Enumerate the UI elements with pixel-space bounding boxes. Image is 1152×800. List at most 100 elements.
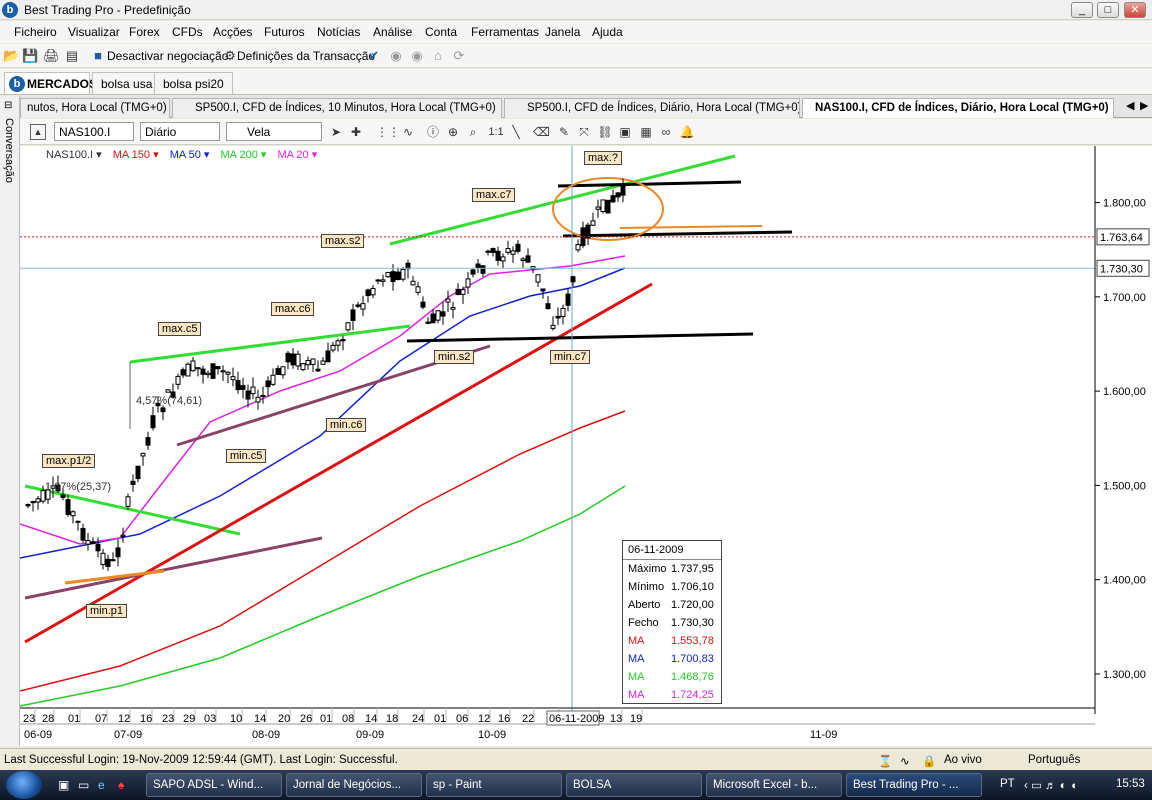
- pin-icon[interactable]: ⊟: [4, 100, 12, 111]
- symbol-field[interactable]: NAS100.I: [54, 122, 134, 141]
- paint-icon[interactable]: ✎: [556, 124, 572, 140]
- info-row-value: 1.468,76: [671, 671, 714, 683]
- menu-analise[interactable]: Análise: [373, 25, 412, 39]
- circle-icon-2[interactable]: ◉: [409, 48, 425, 64]
- minimize-button[interactable]: _: [1071, 2, 1093, 18]
- close-button[interactable]: ✕: [1124, 2, 1146, 18]
- menu-noticias[interactable]: Notícias: [317, 25, 360, 39]
- task-jornal[interactable]: Jornal de Negócios...: [286, 773, 422, 797]
- tab-mercados[interactable]: b MERCADOS: [4, 72, 97, 94]
- tab-chart-4[interactable]: NAS100.I, CFD de Índices, Diário, Hora L…: [802, 98, 1114, 118]
- crosshair-icon[interactable]: ✚: [348, 124, 364, 140]
- annotation-label[interactable]: min.p1: [86, 604, 128, 618]
- template-icon[interactable]: ▦: [638, 124, 654, 140]
- task-best-trading[interactable]: Best Trading Pro - ...: [846, 773, 982, 797]
- transaction-settings-button[interactable]: Definições da Transacção: [237, 49, 375, 63]
- task-sapo[interactable]: SAPO ADSL - Wind...: [146, 773, 282, 797]
- legend-symbol[interactable]: NAS100.I ▾: [46, 149, 102, 161]
- legend-ma150[interactable]: MA 150 ▾: [113, 149, 159, 161]
- menu-janela[interactable]: Janela: [545, 25, 580, 39]
- open-icon[interactable]: 📂: [3, 48, 19, 64]
- compare-icon[interactable]: ▣: [617, 124, 633, 140]
- candle-body: [215, 366, 221, 370]
- candle-body: [480, 265, 486, 274]
- menu-ficheiro[interactable]: Ficheiro: [14, 25, 57, 39]
- candle-body: [350, 309, 356, 322]
- legend-ma50[interactable]: MA 50 ▾: [170, 149, 210, 161]
- annotation-label[interactable]: 1,67%(25,37): [45, 481, 111, 493]
- tab-chart-2[interactable]: SP500.I, CFD de Índices, 10 Minutos, Hor…: [172, 98, 502, 118]
- start-button[interactable]: [6, 771, 42, 799]
- indicator-icon[interactable]: ∿: [400, 124, 416, 140]
- legend-ma200[interactable]: MA 200 ▾: [221, 149, 267, 161]
- annotation-label[interactable]: max.c5: [158, 322, 202, 336]
- menu-conta[interactable]: Conta: [425, 25, 457, 39]
- tab-scroll-right-icon[interactable]: ▶: [1140, 99, 1148, 112]
- legend-ma20[interactable]: MA 20 ▾: [277, 149, 317, 161]
- menu-futuros[interactable]: Futuros: [264, 25, 305, 39]
- tab-chart-3[interactable]: SP500.I, CFD de Índices, Diário, Hora Lo…: [504, 98, 800, 118]
- alert-bell-icon[interactable]: 🔔: [679, 124, 695, 140]
- link-icon[interactable]: ⛓: [597, 124, 613, 140]
- annotation-label[interactable]: max.p1/2: [42, 454, 96, 468]
- stop-icon[interactable]: ■: [90, 48, 106, 64]
- menu-cfds[interactable]: CFDs: [172, 25, 203, 39]
- tray-icons[interactable]: ‹ ▭ ♬ ◐ ◖: [1024, 778, 1077, 792]
- home-icon[interactable]: ⌂: [430, 48, 446, 64]
- disable-trading-button[interactable]: Desactivar negociação: [107, 49, 228, 63]
- task-excel[interactable]: Microsoft Excel - b...: [706, 773, 842, 797]
- print-preview-icon[interactable]: ▤: [64, 48, 80, 64]
- annotation-label[interactable]: max.s2: [321, 234, 365, 248]
- spade-icon[interactable]: ♠: [118, 778, 124, 792]
- menu-ferramentas[interactable]: Ferramentas: [471, 25, 539, 39]
- candle-body: [180, 369, 186, 376]
- grid-icon[interactable]: ⋮⋮: [376, 124, 400, 140]
- period-select[interactable]: Diário: [140, 122, 220, 141]
- move-icon[interactable]: ⤧: [576, 124, 592, 140]
- menu-accoes[interactable]: Acções: [213, 25, 252, 39]
- line-tool-icon[interactable]: ╲: [508, 124, 524, 140]
- conversation-sidebar[interactable]: ⊟ Conversação: [0, 96, 20, 746]
- annotation-label[interactable]: min.s2: [434, 350, 475, 364]
- check-icon[interactable]: ✔: [366, 48, 382, 64]
- zoom-icon[interactable]: ⊕: [445, 124, 461, 140]
- menu-ajuda[interactable]: Ajuda: [592, 25, 623, 39]
- annotation-label[interactable]: min.c5: [226, 449, 267, 463]
- menu-forex[interactable]: Forex: [129, 25, 160, 39]
- cursor-icon[interactable]: ➤: [328, 124, 344, 140]
- refresh-icon[interactable]: ⟳: [451, 48, 467, 64]
- zoom-reset-button[interactable]: 1:1: [485, 124, 507, 140]
- print-icon[interactable]: 🖨: [43, 48, 60, 64]
- ie-icon[interactable]: e: [98, 778, 105, 792]
- price-chart[interactable]: 1.763,64 1.730,30 1.800,00 1.700,00 1.600,0…: [20, 146, 1152, 746]
- circle-icon[interactable]: ◉: [388, 48, 404, 64]
- chart-svg[interactable]: 1.763,64 1.730,30 1.800,00 1.700,00 1.600,0…: [20, 146, 1152, 746]
- collapse-icon[interactable]: ▲: [30, 124, 46, 140]
- annotation-label[interactable]: max.c6: [271, 302, 315, 316]
- annotation-label[interactable]: max.?: [584, 151, 622, 165]
- quicklaunch-icon[interactable]: ▣: [58, 778, 69, 792]
- tab-scroll-left-icon[interactable]: ◀: [1126, 99, 1134, 112]
- tab-chart-1[interactable]: nutos, Hora Local (TMG+0): [20, 98, 170, 118]
- annotation-label[interactable]: min.c6: [326, 418, 367, 432]
- tab-bolsa-usa[interactable]: bolsa usa: [92, 72, 162, 94]
- tab-bolsa-psi20[interactable]: bolsa psi20: [154, 72, 233, 94]
- task-paint[interactable]: sp - Paint: [426, 773, 562, 797]
- eraser-icon[interactable]: ⌫: [533, 124, 550, 140]
- info-icon[interactable]: ⓘ: [425, 124, 441, 140]
- annotation-label[interactable]: max.c7: [472, 188, 516, 202]
- glasses-icon[interactable]: ∞: [658, 124, 674, 140]
- settings-icon[interactable]: ⚙: [222, 48, 238, 64]
- save-icon[interactable]: 💾: [22, 48, 38, 64]
- tray-language[interactable]: PT: [1000, 778, 1015, 790]
- ma-150-line: [20, 410, 626, 692]
- menu-visualizar[interactable]: Visualizar: [68, 25, 120, 39]
- search-icon[interactable]: ⌕: [465, 124, 481, 140]
- maximize-button[interactable]: □: [1097, 2, 1119, 18]
- annotation-label[interactable]: 4,57%(74,61): [136, 395, 202, 407]
- task-bolsa[interactable]: BOLSA: [566, 773, 702, 797]
- chart-type-select[interactable]: Vela: [226, 122, 322, 141]
- annotation-label[interactable]: min.c7: [550, 350, 591, 364]
- language-status[interactable]: Português: [1028, 754, 1080, 766]
- desktop-icon[interactable]: ▭: [78, 778, 89, 792]
